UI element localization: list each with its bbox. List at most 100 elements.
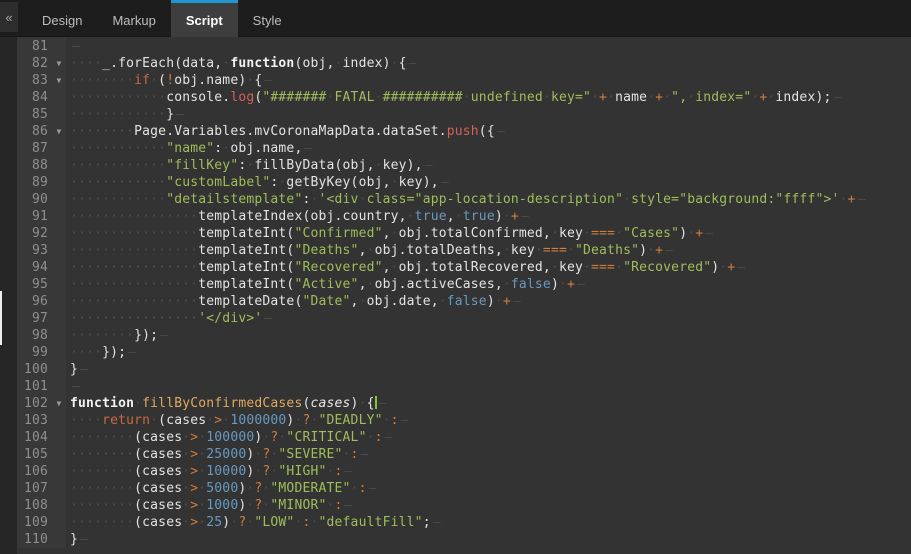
code-line[interactable]: 89············"customLabel":·getByKey(ob… [17,174,911,191]
code-line[interactable]: 88············"fillKey":·fillByData(obj,… [17,157,911,174]
code-line-text: – [66,38,911,55]
line-number: 101 [17,378,52,395]
line-number: 109 [17,514,52,531]
fold-arrow-icon[interactable]: ▼ [52,72,66,89]
whitespace-dot: · [94,277,102,292]
whitespace-dot: · [126,124,134,139]
whitespace-dot: · [102,294,110,309]
code-line[interactable]: 97················'</div>'– [17,310,911,327]
code-line[interactable]: 107········(cases·>·5000)·?·"MODERATE"·:… [17,480,911,497]
whitespace-dot: · [70,260,78,275]
whitespace-dot: · [551,226,559,241]
fold-gutter [52,191,66,208]
code-line[interactable]: 106········(cases·>·10000)·?·"HIGH"·:– [17,463,911,480]
whitespace-dot: · [190,294,198,309]
code-line[interactable]: 99····});– [17,344,911,361]
whitespace-dot: · [126,141,134,156]
code-line[interactable]: 87············"name":·obj.name,– [17,140,911,157]
tab-script[interactable]: Script [171,0,238,37]
fold-arrow-icon[interactable]: ▼ [52,55,66,72]
whitespace-dot: · [78,226,86,241]
whitespace-dot: · [126,158,134,173]
eol-mark: – [703,226,713,241]
code-line[interactable]: 98········});– [17,327,911,344]
eol-mark: – [663,243,673,258]
fold-arrow-icon[interactable]: ▼ [52,395,66,412]
whitespace-dot: · [86,481,94,496]
code-line[interactable]: 91················templateIndex(obj.coun… [17,208,911,225]
code-line-text: ········(cases·>·10000)·?·"HIGH"·:– [66,463,911,480]
whitespace-dot: · [70,515,78,530]
whitespace-dot: · [142,141,150,156]
tab-style[interactable]: Style [238,0,297,37]
whitespace-dot: · [158,311,166,326]
whitespace-dot: · [118,158,126,173]
collapse-panel-icon[interactable]: « [0,2,18,32]
code-line[interactable]: 83▼········if·(!obj.name)·{– [17,72,911,89]
whitespace-dot: · [158,192,166,207]
code-line-text: ················templateInt("Recovered",… [66,259,911,276]
whitespace-dot: · [150,209,158,224]
code-line[interactable]: 103····return·(cases·>·1000000)·?·"DEADL… [17,412,911,429]
whitespace-dot: · [142,192,150,207]
whitespace-dot: · [94,175,102,190]
whitespace-dot: · [78,260,86,275]
whitespace-dot: · [134,294,142,309]
code-line[interactable]: 96················templateDate("Date",·o… [17,293,911,310]
code-line[interactable]: 84············console.log("#######·FATAL… [17,89,911,106]
whitespace-dot: · [118,481,126,496]
code-line[interactable]: 86▼········Page.Variables.mvCoronaMapDat… [17,123,911,140]
whitespace-dot: · [102,192,110,207]
code-line-text: }– [66,531,911,548]
vertical-scrollbar-thumb[interactable] [0,291,2,345]
whitespace-dot: · [102,498,110,513]
whitespace-dot: · [158,158,166,173]
code-editor[interactable]: 81–82▼····_.forEach(data,·function(obj,·… [17,38,911,554]
whitespace-dot: · [126,328,134,343]
whitespace-dot: · [118,447,126,462]
code-line[interactable]: 101– [17,378,911,395]
eol-mark: – [423,158,433,173]
code-line[interactable]: 81– [17,38,911,55]
whitespace-dot: · [158,243,166,258]
whitespace-dot: · [142,90,150,105]
code-line[interactable]: 108········(cases·>·1000)·?·"MINOR"·:– [17,497,911,514]
whitespace-dot: · [78,328,86,343]
fold-gutter [52,344,66,361]
whitespace-dot: · [110,243,118,258]
code-line[interactable]: 109········(cases·>·25)·?·"LOW"·:·"defau… [17,514,911,531]
whitespace-dot: · [102,90,110,105]
line-number: 83 [17,72,52,89]
tab-design[interactable]: Design [27,0,97,37]
code-line[interactable]: 105········(cases·>·25000)·?·"SEVERE"·:– [17,446,911,463]
code-line-text: ········(cases·>·100000)·?·"CRITICAL"·:– [66,429,911,446]
whitespace-dot: · [86,56,94,71]
code-line[interactable]: 82▼····_.forEach(data,·function(obj,·ind… [17,55,911,72]
whitespace-dot: · [126,226,134,241]
code-line[interactable]: 100}– [17,361,911,378]
whitespace-dot: · [150,141,158,156]
fold-arrow-icon[interactable]: ▼ [52,123,66,140]
code-line[interactable]: 92················templateInt("Confirmed… [17,225,911,242]
whitespace-dot: · [391,260,399,275]
code-line[interactable]: 104········(cases·>·100000)·?·"CRITICAL"… [17,429,911,446]
code-line-text: ············"customLabel":·getByKey(obj,… [66,174,911,191]
code-line[interactable]: 93················templateInt("Deaths",·… [17,242,911,259]
whitespace-dot: · [158,141,166,156]
whitespace-dot: · [86,328,94,343]
fold-gutter [52,310,66,327]
code-line[interactable]: 90············"detailstemplate":·'<div·c… [17,191,911,208]
whitespace-dot: · [70,481,78,496]
code-line[interactable]: 110}– [17,531,911,548]
whitespace-dot: · [327,464,335,479]
tab-markup[interactable]: Markup [97,0,170,37]
whitespace-dot: · [70,175,78,190]
eol-mark: – [407,56,417,71]
whitespace-dot: · [142,158,150,173]
code-line[interactable]: 95················templateInt("Active",·… [17,276,911,293]
eol-mark: – [519,209,529,224]
code-line[interactable]: 102▼function·fillByConfirmedCases(cases)… [17,395,911,412]
whitespace-dot: · [126,107,134,122]
code-line[interactable]: 85············}– [17,106,911,123]
code-line[interactable]: 94················templateInt("Recovered… [17,259,911,276]
